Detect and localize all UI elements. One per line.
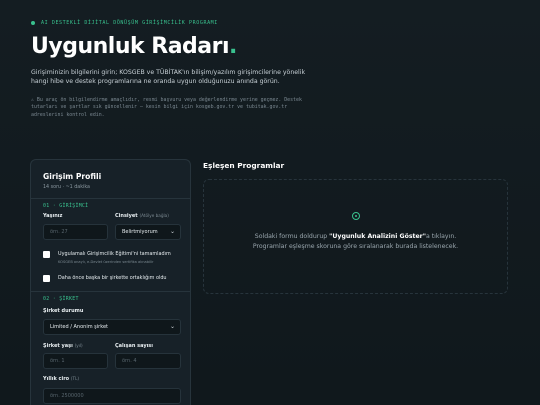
form-title: Girişim Profili xyxy=(43,172,102,181)
kicker-text: AI DESTEKLİ DİJİTAL DÖNÜŞÜM GİRİŞİMCİLİK… xyxy=(41,20,218,26)
page-title-text: Uygunluk Radarı xyxy=(31,34,230,59)
kicker: AI DESTEKLİ DİJİTAL DÖNÜŞÜM GİRİŞİMCİLİK… xyxy=(31,20,331,26)
company-age-hint: (yıl) xyxy=(74,343,83,348)
lead-paragraph: Girişiminizin bilgilerini girin; KOSGEB … xyxy=(31,69,306,86)
training-checkbox-label: Uygulamalı Girişimcilik Eğitimi'ni tamam… xyxy=(58,251,171,257)
gender-hint: (Atölye bağla) xyxy=(139,213,169,218)
age-input[interactable]: örn. 27 xyxy=(43,224,108,240)
employees-label: Çalışan sayısı xyxy=(115,343,153,349)
divider xyxy=(31,291,190,292)
page-title-dot: . xyxy=(229,34,237,59)
employees-input[interactable]: örn. 4 xyxy=(115,353,181,369)
matches-title: Eşleşen Programlar xyxy=(203,161,285,170)
gender-label: Cinsiyet (Atölye bağla) xyxy=(115,213,169,219)
analyze-button-ref: "Uygunluk Analizini Göster" xyxy=(329,233,426,240)
matches-empty-state: Soldaki formu doldurup "Uygunluk Analizi… xyxy=(203,179,508,294)
disclaimer-note: ⚠ Bu araç ön bilgilendirme amaçlıdır, re… xyxy=(31,96,302,118)
divider xyxy=(31,198,190,199)
training-checkbox[interactable] xyxy=(43,251,50,258)
revenue-label-text: Yıllık ciro xyxy=(43,376,70,382)
age-label: Yaşınız xyxy=(43,213,63,219)
form-subtitle: 14 soru · ~1 dakika xyxy=(43,185,90,190)
partnership-checkbox-label: Daha önce başka bir şirkette ortaklığım … xyxy=(58,275,167,281)
partnership-checkbox[interactable] xyxy=(43,275,50,282)
chevron-down-icon: ⌄ xyxy=(169,323,175,330)
company-age-label-text: Şirket yaşı xyxy=(43,343,73,349)
company-status-value: Limited / Anonim şirket xyxy=(50,324,108,330)
gender-label-text: Cinsiyet xyxy=(115,213,138,219)
gender-select-value: Belirtmiyorum xyxy=(122,229,158,235)
status-dot-icon xyxy=(31,21,35,25)
profile-form-card: Girişim Profili 14 soru · ~1 dakika 01 ·… xyxy=(30,159,191,405)
empty-line1-post: a tıklayın. xyxy=(425,233,457,240)
hero: AI DESTEKLİ DİJİTAL DÖNÜŞÜM GİRİŞİMCİLİK… xyxy=(31,20,331,119)
company-age-label: Şirket yaşı (yıl) xyxy=(43,343,83,349)
target-icon xyxy=(352,212,360,220)
company-age-input[interactable]: örn. 1 xyxy=(43,353,108,369)
company-status-select[interactable]: Limited / Anonim şirket ⌄ xyxy=(43,319,181,335)
empty-state-line1: Soldaki formu doldurup "Uygunluk Analizi… xyxy=(204,232,507,242)
training-checkbox-sub: KOSGEB onaylı, e-Devlet üzerinden sertif… xyxy=(58,260,154,264)
revenue-label: Yıllık ciro (TL) xyxy=(43,376,79,382)
empty-line1-pre: Soldaki formu doldurup xyxy=(254,233,330,240)
empty-state-text: Soldaki formu doldurup "Uygunluk Analizi… xyxy=(204,232,507,252)
chevron-down-icon: ⌄ xyxy=(169,228,175,235)
revenue-input[interactable]: örn. 2500000 xyxy=(43,388,181,404)
revenue-hint: (TL) xyxy=(70,376,80,381)
section-founder: 01 · GİRİŞİMCİ xyxy=(43,203,89,209)
section-company: 02 · ŞİRKET xyxy=(43,296,79,302)
empty-state-line2: Programlar eşleşme skoruna göre sıralana… xyxy=(252,243,459,250)
page-title: Uygunluk Radarı. xyxy=(31,34,331,59)
company-status-label: Şirket durumu xyxy=(43,308,84,314)
gender-select[interactable]: Belirtmiyorum ⌄ xyxy=(115,224,181,240)
